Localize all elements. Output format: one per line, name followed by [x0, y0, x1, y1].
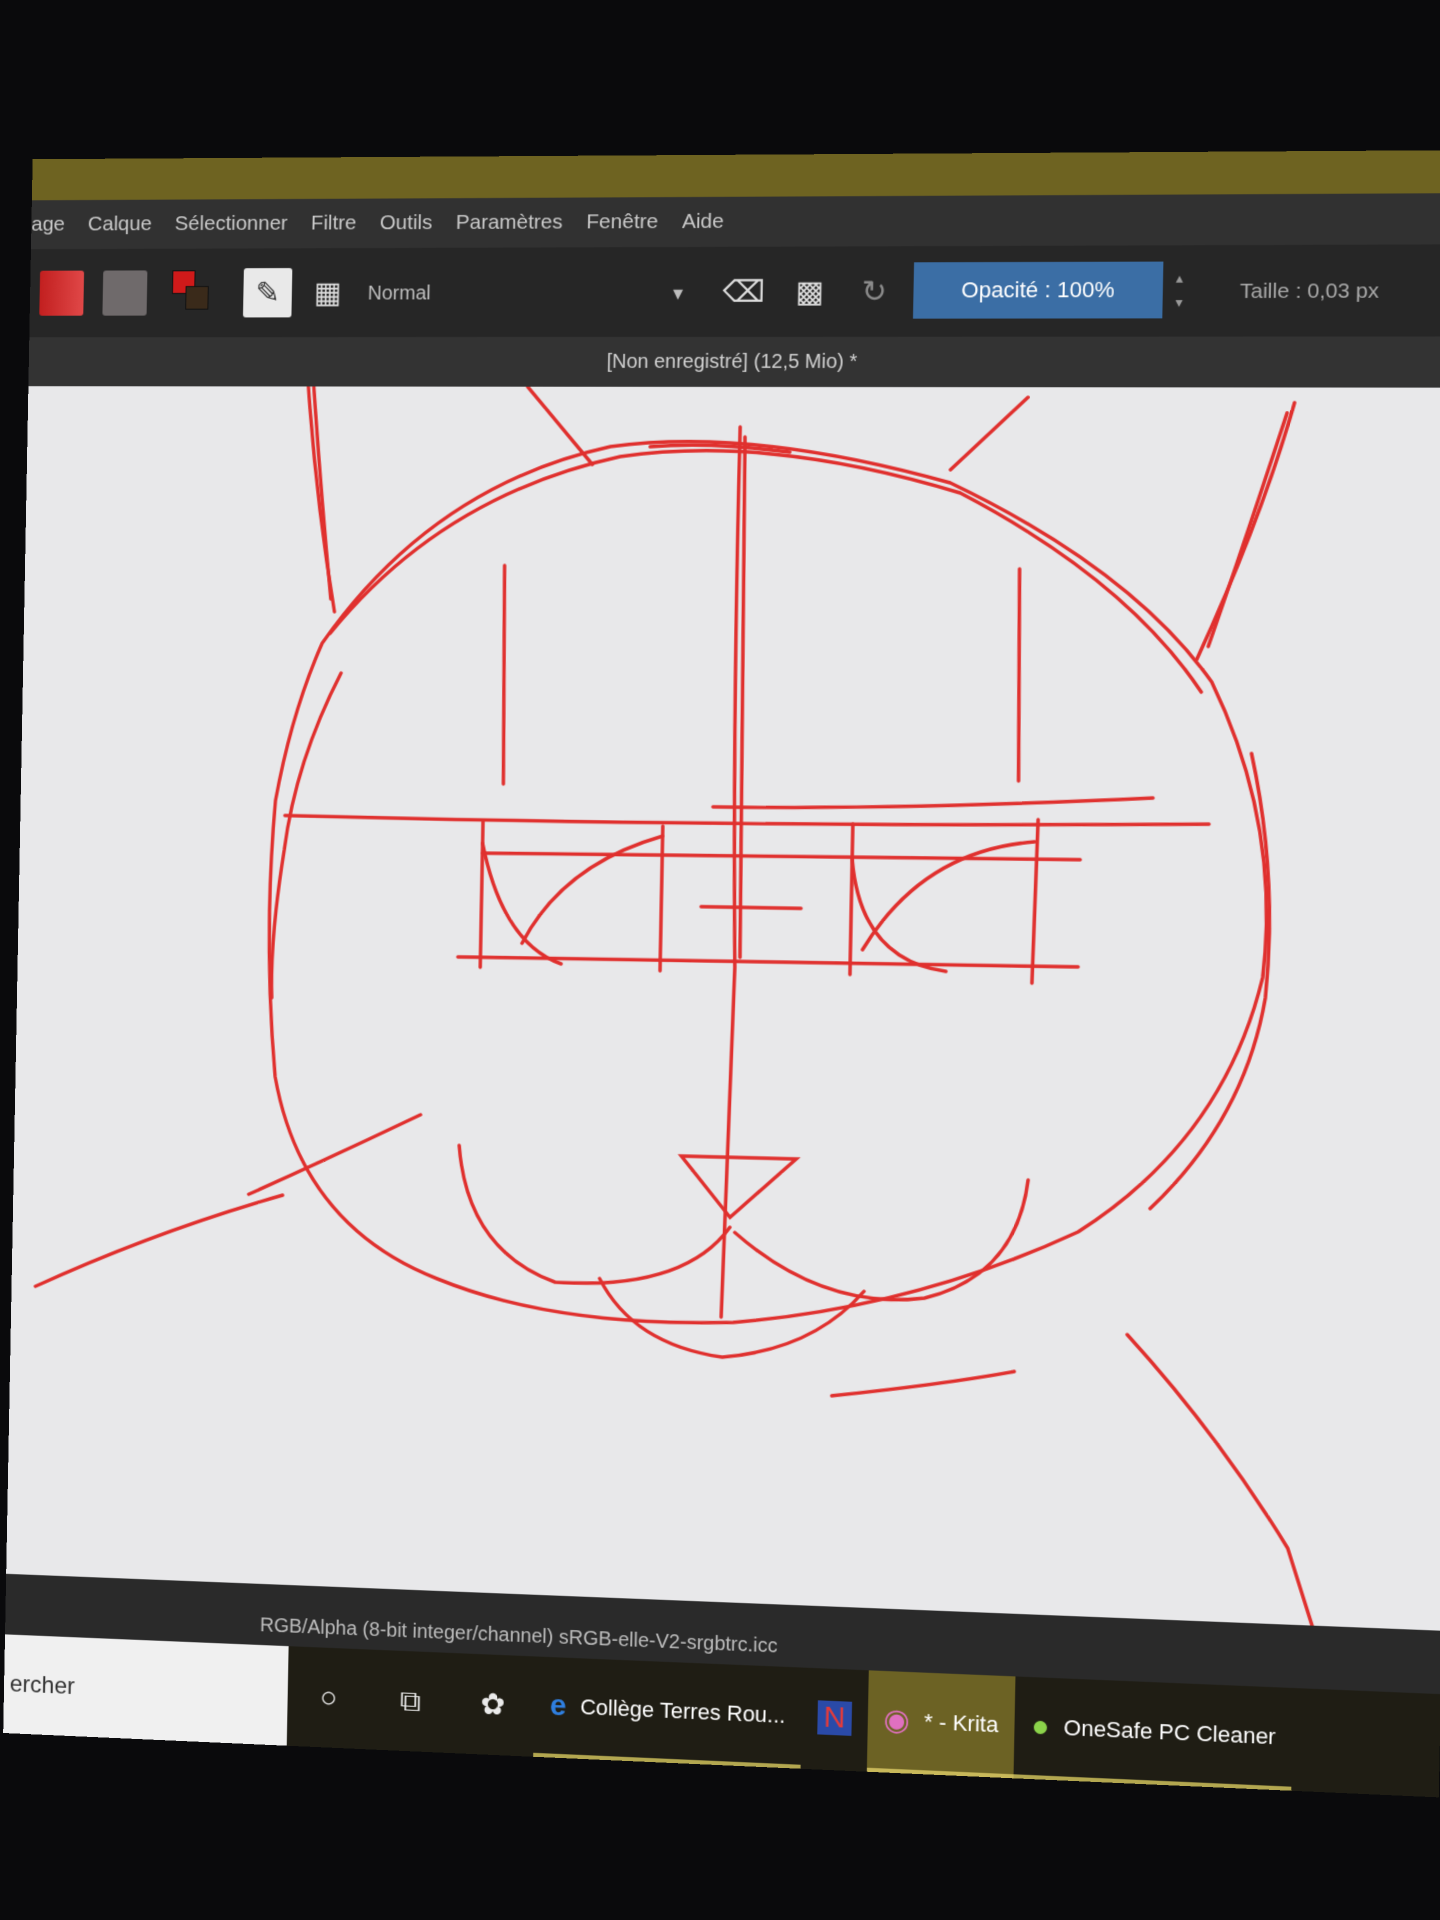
task-view-icon[interactable]: ⧉ [368, 1650, 452, 1753]
menu-help[interactable]: Aide [682, 210, 724, 234]
menu-settings[interactable]: Paramètres [456, 211, 563, 235]
opacity-spin-icon[interactable]: ▴ ▾ [1167, 266, 1191, 317]
alpha-lock-icon[interactable]: ▩ [784, 267, 835, 317]
cat-sketch-drawing [6, 386, 1440, 1631]
menu-select[interactable]: Sélectionner [175, 212, 288, 236]
eraser-icon[interactable]: ⌫ [718, 267, 769, 317]
menu-layer[interactable]: Calque [88, 212, 152, 236]
netflix-icon: N [817, 1700, 851, 1736]
brush-preset-icon[interactable]: ✎ [243, 268, 292, 317]
menu-tools[interactable]: Outils [380, 211, 433, 235]
drawing-canvas[interactable] [6, 386, 1440, 1631]
taskbar-app-onesafe-label: OneSafe PC Cleaner [1063, 1714, 1276, 1750]
title-bar [32, 150, 1440, 200]
background-color[interactable] [185, 286, 209, 310]
paint-app-icon[interactable]: ✿ [451, 1653, 535, 1757]
document-tab[interactable]: [Non enregistré] (12,5 Mio) * [28, 336, 1440, 387]
document-title: [Non enregistré] (12,5 Mio) * [606, 350, 857, 373]
taskbar-app-edge[interactable]: e Collège Terres Rou... [533, 1656, 802, 1768]
taskbar-app-krita[interactable]: ◉ * - Krita [866, 1670, 1015, 1778]
onesafe-icon: ● [1031, 1709, 1050, 1744]
blend-mode-select[interactable]: Normal ▾ [358, 273, 694, 313]
blend-mode-value: Normal [368, 282, 431, 305]
size-label: Taille : 0,03 px [1240, 279, 1379, 304]
taskbar-app-edge-label: Collège Terres Rou... [580, 1694, 786, 1729]
brush-toolbar: ✎ ▦ Normal ▾ ⌫ ▩ ↻ Opacité : 100% ▴ ▾ Tai… [29, 244, 1440, 337]
chevron-down-icon: ▾ [673, 280, 683, 305]
menu-filter[interactable]: Filtre [311, 212, 357, 236]
size-slider[interactable]: Taille : 0,03 px [1240, 271, 1440, 312]
krita-icon: ◉ [883, 1702, 910, 1738]
cortana-circle-icon[interactable]: ○ [287, 1646, 371, 1749]
edge-icon: e [550, 1688, 567, 1723]
taskbar-app-netflix[interactable]: N [800, 1668, 868, 1772]
opacity-label: Opacité : 100% [961, 277, 1115, 304]
menu-bar: age Calque Sélectionner Filtre Outils Pa… [31, 193, 1440, 249]
menu-image[interactable]: age [31, 213, 65, 237]
fg-bg-color-icon[interactable] [172, 270, 217, 315]
opacity-slider[interactable]: Opacité : 100% [913, 262, 1163, 319]
preset-grid-icon[interactable]: ▦ [303, 268, 353, 317]
search-text: ercher [10, 1670, 75, 1700]
menu-window[interactable]: Fenêtre [586, 210, 658, 234]
taskbar-search-input[interactable]: ercher [3, 1634, 288, 1745]
taskbar-app-onesafe[interactable]: ● OneSafe PC Cleaner [1014, 1676, 1294, 1790]
pattern-swatch[interactable] [102, 270, 147, 315]
reload-icon[interactable]: ↻ [849, 266, 900, 316]
gradient-swatch[interactable] [39, 271, 84, 316]
taskbar-app-krita-label: * - Krita [924, 1708, 999, 1737]
krita-window: age Calque Sélectionner Filtre Outils Pa… [3, 150, 1440, 1797]
